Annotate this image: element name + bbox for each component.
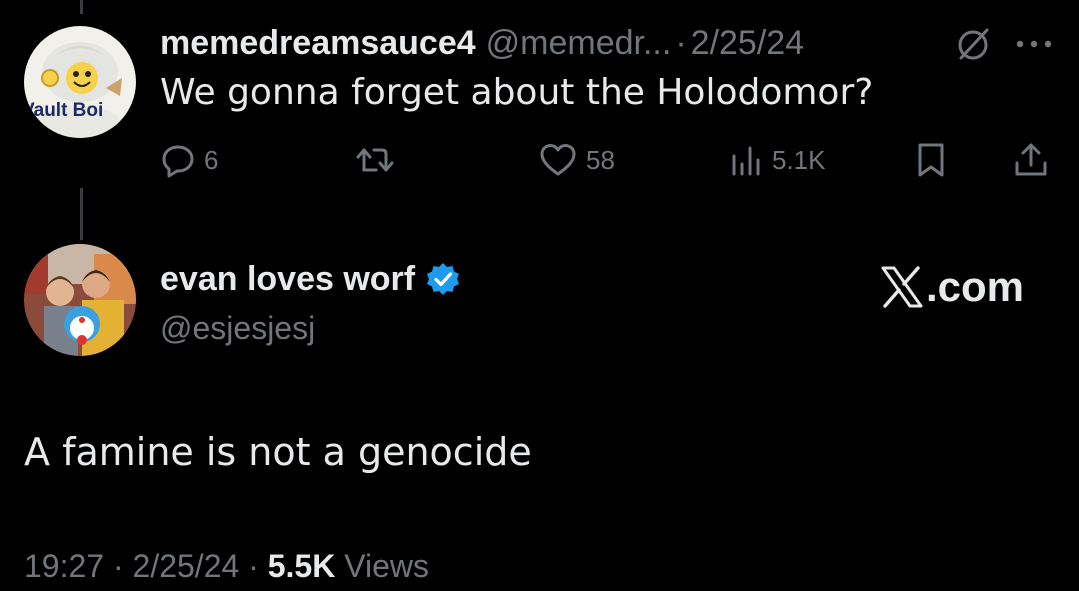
tweet-meta-separator-2: · bbox=[248, 548, 259, 584]
tweet-text: A famine is not a genocide bbox=[24, 430, 532, 474]
tweet-views-label: Views bbox=[344, 548, 429, 584]
tweet-avatar[interactable] bbox=[24, 244, 136, 356]
tweet-handle[interactable]: @esjesjesj bbox=[160, 310, 315, 347]
more-icon[interactable] bbox=[1010, 30, 1058, 58]
verified-icon[interactable] bbox=[425, 261, 461, 297]
retweet-button[interactable] bbox=[354, 138, 404, 182]
views-count: 5.1K bbox=[772, 144, 826, 175]
thread-line-top bbox=[80, 0, 83, 14]
reply-display-name[interactable]: memedreamsauce4 bbox=[160, 24, 476, 63]
like-count: 58 bbox=[586, 144, 615, 175]
tweet-time[interactable]: 19:27 bbox=[24, 548, 104, 584]
share-icon bbox=[1015, 143, 1047, 176]
views-icon bbox=[732, 146, 760, 176]
reply-text: We gonna forget about the Holodomor? bbox=[160, 72, 874, 113]
tweet-name-row: evan loves worf bbox=[160, 254, 461, 304]
grok-icon[interactable] bbox=[953, 24, 993, 64]
thread-line-connector bbox=[80, 188, 83, 240]
x-com-watermark: .com bbox=[880, 262, 1024, 312]
watermark-text: .com bbox=[926, 263, 1025, 310]
reply-handle[interactable]: @memedr... bbox=[486, 24, 672, 63]
reply-date[interactable]: 2/25/24 bbox=[691, 24, 804, 63]
tweet-views-count: 5.5K bbox=[267, 548, 336, 584]
reply-count: 6 bbox=[204, 144, 219, 175]
reply-icon bbox=[162, 145, 194, 178]
reply-avatar-text: Vault Boi bbox=[24, 100, 103, 121]
x-logo-icon bbox=[881, 266, 923, 308]
share-button[interactable] bbox=[1012, 138, 1050, 182]
retweet-icon bbox=[356, 148, 394, 172]
reply-separator: · bbox=[675, 23, 687, 62]
tweet-display-name[interactable]: evan loves worf bbox=[160, 260, 415, 299]
bookmark-icon bbox=[918, 143, 944, 177]
reply-avatar[interactable]: Vault Boi bbox=[24, 26, 136, 138]
bookmark-button[interactable] bbox=[914, 138, 948, 182]
reply-header: memedreamsauce4 @memedr... · 2/25/24 bbox=[160, 20, 804, 66]
tweet-meta: 19:27 · 2/25/24 · 5.5K Views bbox=[24, 548, 429, 585]
reply-button[interactable]: 6 bbox=[160, 138, 218, 182]
tweet-date[interactable]: 2/25/24 bbox=[133, 548, 240, 584]
reply-action-bar: 6 58 5.1K bbox=[0, 138, 1079, 182]
views-button[interactable]: 5.1K bbox=[728, 138, 826, 182]
like-icon bbox=[540, 144, 576, 176]
tweet-meta-separator: · bbox=[112, 548, 124, 584]
like-button[interactable]: 58 bbox=[538, 138, 615, 182]
